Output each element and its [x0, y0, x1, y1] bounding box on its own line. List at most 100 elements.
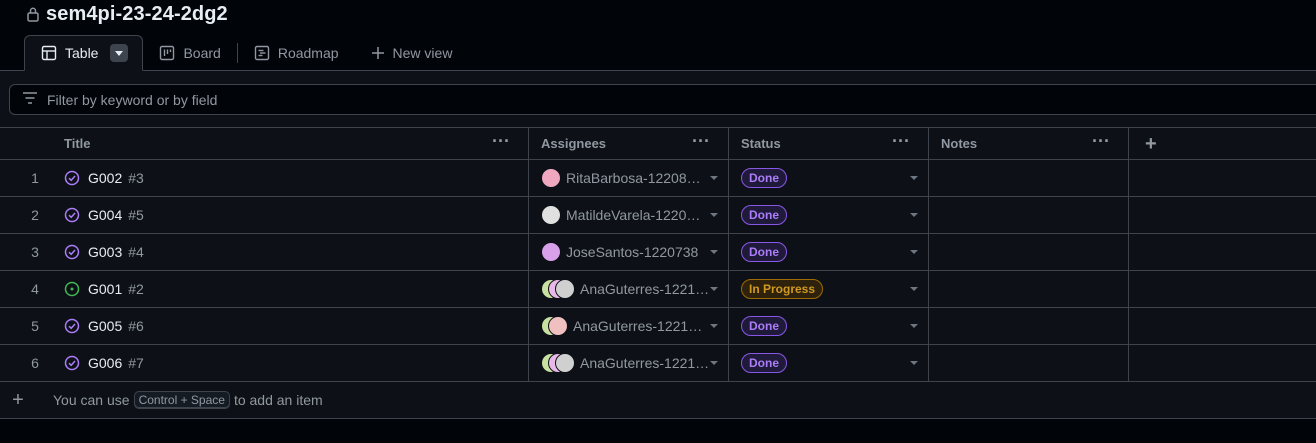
- tab-table[interactable]: Table: [24, 35, 144, 71]
- column-header-notes[interactable]: Notes ···: [929, 128, 1129, 159]
- table-row[interactable]: 2 G004 #5 MatildeVarela-1220… Done: [0, 197, 1316, 234]
- issue-closed-icon: [64, 355, 80, 371]
- column-menu-icon[interactable]: ···: [892, 132, 910, 150]
- avatar: [541, 168, 561, 188]
- chevron-down-icon[interactable]: [910, 176, 918, 180]
- tab-table-label: Table: [65, 45, 99, 61]
- chevron-down-icon[interactable]: [910, 361, 918, 365]
- row-number: 5: [31, 318, 39, 334]
- empty-cell: [1129, 197, 1316, 233]
- table-row[interactable]: 1 G002 #3 RitaBarbosa-1220841 Done: [0, 160, 1316, 197]
- title-cell[interactable]: G002 #3: [52, 160, 529, 196]
- row-number: 3: [31, 244, 39, 260]
- status-cell[interactable]: Done: [729, 345, 929, 381]
- table-row[interactable]: 6 G006 #7 AnaGuterres-1221… Done: [0, 345, 1316, 382]
- project-header: sem4pi-23-24-2dg2: [26, 2, 228, 26]
- table-body: 1 G002 #3 RitaBarbosa-1220841 Done 2 G004 #5 Mat…: [0, 160, 1316, 382]
- avatar-stack: [541, 279, 575, 299]
- row-number: 1: [31, 170, 39, 186]
- notes-cell[interactable]: [929, 345, 1129, 381]
- chevron-down-icon[interactable]: [710, 361, 718, 365]
- assignees-cell[interactable]: JoseSantos-1220738: [529, 234, 729, 270]
- assignee-name: AnaGuterres-1221…: [580, 355, 710, 371]
- column-status-label: Status: [741, 136, 781, 151]
- status-cell[interactable]: In Progress: [729, 271, 929, 307]
- column-menu-icon[interactable]: ···: [692, 132, 710, 150]
- issue-number: #5: [128, 207, 144, 223]
- title-cell[interactable]: G004 #5: [52, 197, 529, 233]
- column-header-assignees[interactable]: Assignees ···: [529, 128, 729, 159]
- chevron-down-icon[interactable]: [710, 250, 718, 254]
- issue-closed-icon: [64, 207, 80, 223]
- row-number: 6: [31, 355, 39, 371]
- notes-cell[interactable]: [929, 160, 1129, 196]
- empty-cell: [1129, 160, 1316, 196]
- add-item-row[interactable]: + You can use Control + Space to add an …: [0, 382, 1316, 419]
- issue-title[interactable]: G003: [88, 244, 122, 260]
- chevron-down-icon[interactable]: [710, 324, 718, 328]
- plus-icon[interactable]: +: [0, 389, 36, 412]
- add-item-hint: You can use Control + Space to add an it…: [53, 391, 323, 409]
- add-field-button[interactable]: +: [1129, 128, 1316, 159]
- filter-placeholder: Filter by keyword or by field: [47, 91, 218, 108]
- column-notes-label: Notes: [941, 136, 978, 151]
- view-options-button[interactable]: [110, 44, 129, 62]
- title-cell[interactable]: G006 #7: [52, 345, 529, 381]
- status-cell[interactable]: Done: [729, 160, 929, 196]
- chevron-down-icon[interactable]: [710, 213, 718, 217]
- table-row[interactable]: 5 G005 #6 AnaGuterres-12219… Done: [0, 308, 1316, 345]
- title-cell[interactable]: G003 #4: [52, 234, 529, 270]
- tab-roadmap[interactable]: Roadmap: [238, 35, 355, 71]
- issue-title[interactable]: G002: [88, 170, 122, 186]
- notes-cell[interactable]: [929, 197, 1129, 233]
- column-header-status[interactable]: Status ···: [729, 128, 929, 159]
- empty-cell: [1129, 271, 1316, 307]
- assignees-cell[interactable]: AnaGuterres-12219…: [529, 308, 729, 344]
- chevron-down-icon[interactable]: [910, 287, 918, 291]
- assignees-cell[interactable]: AnaGuterres-1221…: [529, 345, 729, 381]
- status-cell[interactable]: Done: [729, 234, 929, 270]
- assignee-name: JoseSantos-1220738: [566, 244, 699, 260]
- title-cell[interactable]: G005 #6: [52, 308, 529, 344]
- tab-board[interactable]: Board: [143, 35, 236, 71]
- chevron-down-icon[interactable]: [910, 213, 918, 217]
- new-view-label: New view: [392, 45, 453, 61]
- assignees-cell[interactable]: MatildeVarela-1220…: [529, 197, 729, 233]
- chevron-down-icon[interactable]: [910, 324, 918, 328]
- avatar: [555, 353, 575, 373]
- issue-title[interactable]: G001: [88, 281, 122, 297]
- avatar: [541, 205, 561, 225]
- assignees-cell[interactable]: AnaGuterres-1221…: [529, 271, 729, 307]
- issue-number: #2: [128, 281, 144, 297]
- chevron-down-icon[interactable]: [710, 287, 718, 291]
- title-cell[interactable]: G001 #2: [52, 271, 529, 307]
- notes-cell[interactable]: [929, 271, 1129, 307]
- lock-icon: [26, 6, 40, 22]
- column-menu-icon[interactable]: ···: [492, 132, 510, 150]
- row-number: 2: [31, 207, 39, 223]
- assignee-name: RitaBarbosa-1220841: [566, 170, 701, 186]
- notes-cell[interactable]: [929, 234, 1129, 270]
- chevron-down-icon[interactable]: [710, 176, 718, 180]
- new-view-button[interactable]: New view: [355, 35, 469, 71]
- assignee-name: MatildeVarela-1220…: [566, 207, 701, 223]
- column-menu-icon[interactable]: ···: [1092, 132, 1110, 150]
- chevron-down-icon[interactable]: [910, 250, 918, 254]
- issue-closed-icon: [64, 244, 80, 260]
- table-row[interactable]: 3 G003 #4 JoseSantos-1220738 Done: [0, 234, 1316, 271]
- status-badge: Done: [741, 205, 787, 225]
- column-header-title[interactable]: Title ···: [52, 128, 529, 159]
- notes-cell[interactable]: [929, 308, 1129, 344]
- status-cell[interactable]: Done: [729, 197, 929, 233]
- issue-title[interactable]: G004: [88, 207, 122, 223]
- row-number-header: [0, 128, 52, 159]
- assignees-cell[interactable]: RitaBarbosa-1220841: [529, 160, 729, 196]
- filter-input[interactable]: Filter by keyword or by field: [9, 84, 1316, 115]
- status-cell[interactable]: Done: [729, 308, 929, 344]
- issue-closed-icon: [64, 170, 80, 186]
- table-row[interactable]: 4 G001 #2 AnaGuterres-1221… In Progress: [0, 271, 1316, 308]
- status-badge: Done: [741, 242, 787, 262]
- avatar-stack: [541, 242, 561, 262]
- issue-title[interactable]: G005: [88, 318, 122, 334]
- issue-title[interactable]: G006: [88, 355, 122, 371]
